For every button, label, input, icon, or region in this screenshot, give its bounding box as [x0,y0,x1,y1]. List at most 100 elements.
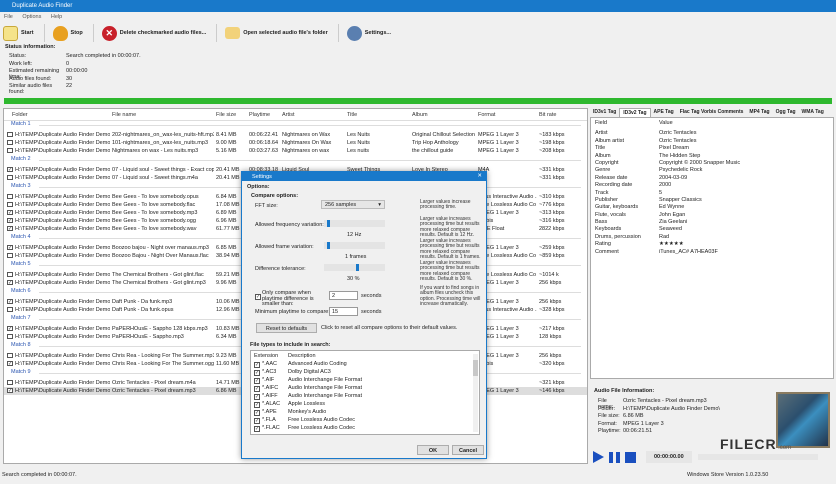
playtime-diff-spinner[interactable]: 2 [329,291,358,300]
tag-row[interactable]: Drums, percussionRad [591,234,833,241]
column-header[interactable]: File size [216,112,236,118]
filetype-checkbox[interactable]: ✓ [254,386,260,392]
tag-row[interactable]: Release date2004-03-09 [591,175,833,182]
tag-row[interactable]: BassZia Geelani [591,219,833,226]
fft-select[interactable]: 256 samples▾ [321,200,385,209]
tag-list[interactable]: FieldValue ArtistOzric TentaclesAlbum art… [590,117,834,379]
slider-thumb[interactable] [327,242,330,249]
tab-id3v1-tag[interactable]: ID3v1 Tag [590,108,619,117]
row-checkbox[interactable] [7,140,13,146]
tab-mp4-tag[interactable]: MP4 Tag [746,108,772,117]
row-checkbox[interactable]: ✓ [7,280,13,286]
column-header[interactable]: Album [412,112,428,118]
row-checkbox[interactable]: ✓ [7,226,13,232]
row-checkbox[interactable]: ✓ [7,210,13,216]
reset-defaults-button[interactable]: Reset to defaults [256,323,317,333]
tab-ape-tag[interactable]: APE Tag [651,108,677,117]
column-header[interactable]: File name [112,112,136,118]
row-checkbox[interactable] [7,307,13,313]
tag-row[interactable]: PublisherSnapper Classics [591,197,833,204]
row-checkbox[interactable] [7,132,13,138]
row-checkbox[interactable] [7,272,13,278]
filetype-row[interactable]: ✓*.FLACFree Lossless Audio Codec [254,425,464,433]
filetype-row[interactable]: ✓*.APEMonkey's Audio [254,409,464,417]
tag-row[interactable]: Recording date2000 [591,182,833,189]
frame-slider[interactable] [324,242,385,249]
filetype-row[interactable]: ✓*.ALACApple Lossless [254,401,464,409]
row-checkbox[interactable] [7,148,13,154]
column-header[interactable]: Format [478,112,495,118]
tag-row[interactable]: AlbumThe Hidden Step [591,153,833,160]
min-playtime-spinner[interactable]: 15 [329,307,358,316]
tag-row[interactable]: CopyrightCopyright © 2000 Snapper Music [591,160,833,167]
menu-file[interactable]: File [4,14,13,20]
settings-button[interactable]: Settings... [347,26,391,41]
tolerance-slider[interactable] [324,264,385,271]
freq-slider[interactable] [324,220,385,227]
column-header[interactable]: Folder [12,112,28,118]
row-checkbox[interactable] [7,334,13,340]
row-checkbox[interactable] [7,380,13,386]
filetypes-list[interactable]: Extension Description ✓*.AACAdvanced Aud… [250,350,480,435]
column-header[interactable]: Title [347,112,357,118]
filetype-row[interactable]: ✓*.AIFFAudio Interchange File Format [254,393,464,401]
row-checkbox[interactable]: ✓ [7,218,13,224]
table-row[interactable]: H:\TEMP\Duplicate Audio Finder Demo\Nigh… [4,147,587,155]
only-compare-checkbox[interactable]: ✓ [255,294,261,300]
cancel-button[interactable]: Cancel [452,445,484,455]
close-icon[interactable]: ✕ [477,173,482,179]
ok-button[interactable]: OK [417,445,449,455]
filetype-checkbox[interactable]: ✓ [254,410,260,416]
slider-thumb[interactable] [327,220,330,227]
tag-row[interactable]: KeyboardsSeaweed [591,226,833,233]
row-checkbox[interactable] [7,253,13,259]
filetype-checkbox[interactable]: ✓ [254,362,260,368]
tag-row[interactable]: TitlePixel Dream [591,145,833,152]
field-column-header[interactable]: Field [595,120,659,127]
open-folder-button[interactable]: Open selected audio file's folder [225,27,327,39]
filetype-row[interactable]: ✓*.AIFAudio Interchange File Format [254,377,464,385]
tab-flac-tag-vorbis-comments[interactable]: Flac Tag Vorbis Comments [677,108,747,117]
row-checkbox[interactable]: ✓ [7,299,13,305]
row-checkbox[interactable]: ✓ [7,167,13,173]
value-column-header[interactable]: Value [659,120,673,127]
column-header[interactable]: Artist [282,112,295,118]
tab-id3v2-tag[interactable]: ID3v2 Tag [619,108,650,117]
filetype-checkbox[interactable]: ✓ [254,370,260,376]
tag-row[interactable]: Guitar, keyboardsEd Wynne [591,204,833,211]
row-checkbox[interactable]: ✓ [7,388,13,394]
tag-row[interactable]: CommentiTunes_AC# A7HEA03F [591,249,833,256]
delete-button[interactable]: ✕Delete checkmarked audio files... [102,26,207,41]
pause-icon[interactable] [609,452,620,463]
filetype-row[interactable]: ✓*.FLAFree Lossless Audio Codec [254,417,464,425]
stop-icon[interactable] [625,452,636,463]
row-checkbox[interactable]: ✓ [7,326,13,332]
table-row[interactable]: H:\TEMP\Duplicate Audio Finder Demo\202-… [4,131,587,139]
tag-row[interactable]: Flute, vocalsJohn Egan [591,212,833,219]
column-header[interactable]: Playtime [249,112,270,118]
row-checkbox[interactable]: ✓ [7,245,13,251]
tag-row[interactable]: Rating★★★★★ [591,241,833,248]
row-checkbox[interactable] [7,175,13,181]
stop-button[interactable]: Stop [53,26,83,41]
column-header[interactable]: Bit rate [539,112,556,118]
tag-row[interactable]: GenrePsychedelic Rock [591,167,833,174]
tab-ogg-tag[interactable]: Ogg Tag [773,108,799,117]
filetype-row[interactable]: ✓*.AACAdvanced Audio Coding [254,361,464,369]
filetype-checkbox[interactable]: ✓ [254,394,260,400]
tab-wma-tag[interactable]: WMA Tag [799,108,827,117]
tag-row[interactable]: ArtistOzric Tentacles [591,130,833,137]
row-checkbox[interactable] [7,353,13,359]
filetype-checkbox[interactable]: ✓ [254,418,260,424]
filetype-checkbox[interactable]: ✓ [254,402,260,408]
tag-row[interactable]: Album artistOzric Tentacles [591,138,833,145]
filetype-checkbox[interactable]: ✓ [254,378,260,384]
start-button[interactable]: Start [3,26,34,41]
row-checkbox[interactable] [7,202,13,208]
filetype-row[interactable]: ✓*.AC3Dolby Digital AC3 [254,369,464,377]
table-row[interactable]: H:\TEMP\Duplicate Audio Finder Demo\101-… [4,139,587,147]
filetype-row[interactable]: ✓*.AIFCAudio Interchange File Format [254,385,464,393]
menu-help[interactable]: Help [51,14,62,20]
row-checkbox[interactable] [7,194,13,200]
seek-slider[interactable] [698,454,818,460]
